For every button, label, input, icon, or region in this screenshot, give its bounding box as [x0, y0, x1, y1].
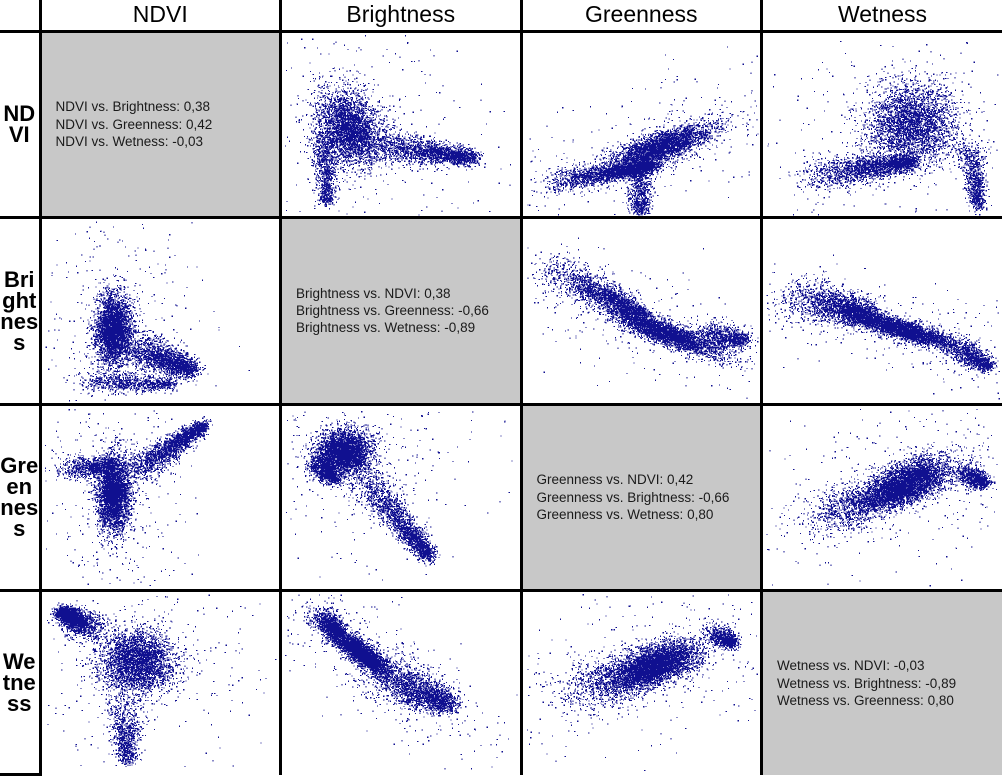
column-header-ndvi: NDVI: [38, 0, 282, 33]
matrix-row-ndvi: NDVI NDVI vs. Brightness: 0,38 NDVI vs. …: [0, 29, 1002, 220]
row-header-ndvi: NDVI: [0, 29, 42, 220]
panel-greenness-ndvi: [38, 402, 282, 593]
correlation-line: Greenness vs. Wetness: 0,80: [536, 506, 714, 522]
panel-wetness-wetness: Wetness vs. NDVI: -0,03 Wetness vs. Brig…: [760, 589, 1002, 775]
scatter-plot: [42, 407, 278, 588]
panel-brightness-greenness: [519, 216, 763, 406]
row-header-greenness: Greenness: [0, 402, 42, 593]
panel-ndvi-greenness: [519, 29, 763, 220]
panel-greenness-greenness: Greenness vs. NDVI: 0,42 Greenness vs. B…: [519, 402, 763, 593]
matrix-row-greenness: Greenness Greenness vs. NDVI: 0,42 Green…: [0, 402, 1002, 593]
column-header-wetness: Wetness: [760, 0, 1002, 33]
scatter-plot: [523, 220, 759, 402]
scatter-plot: [764, 407, 1002, 588]
scatter-plot: [764, 220, 1002, 402]
correlation-line: Wetness vs. Brightness: -0,89: [777, 675, 957, 691]
column-header-greenness: Greenness: [519, 0, 763, 33]
panel-greenness-brightness: [279, 402, 523, 593]
correlation-line: Greenness vs. NDVI: 0,42: [536, 472, 694, 488]
correlation-line: Brightness vs. Greenness: -0,66: [296, 303, 489, 319]
correlation-text-ndvi: NDVI vs. Brightness: 0,38 NDVI vs. Green…: [43, 98, 278, 150]
header-row: NDVI Brightness Greenness Wetness: [0, 0, 1002, 33]
correlation-line: NDVI vs. Greenness: 0,42: [55, 116, 213, 132]
row-header-wetness: Wetness: [0, 589, 42, 776]
scatter-plot: [283, 593, 519, 775]
panel-ndvi-wetness: [760, 29, 1002, 220]
column-header-brightness: Brightness: [279, 0, 523, 33]
panel-ndvi-ndvi: NDVI vs. Brightness: 0,38 NDVI vs. Green…: [38, 29, 282, 220]
correlation-text-brightness: Brightness vs. NDVI: 0,38 Brightness vs.…: [283, 285, 518, 337]
correlation-line: Greenness vs. Brightness: -0,66: [536, 489, 730, 505]
panel-brightness-ndvi: [38, 216, 282, 406]
scatter-plot: [42, 220, 278, 402]
correlation-line: Brightness vs. Wetness: -0,89: [296, 320, 476, 336]
correlation-text-wetness: Wetness vs. NDVI: -0,03 Wetness vs. Brig…: [764, 657, 1002, 709]
correlation-line: Brightness vs. NDVI: 0,38: [296, 285, 451, 301]
scatter-plot: [42, 593, 278, 775]
matrix-corner-cell: [0, 0, 42, 33]
correlation-text-greenness: Greenness vs. NDVI: 0,42 Greenness vs. B…: [524, 471, 759, 523]
correlation-line: NDVI vs. Wetness: -0,03: [55, 133, 204, 149]
scatter-plot: [283, 33, 519, 215]
correlation-line: Wetness vs. Greenness: 0,80: [777, 692, 954, 708]
scatter-plot: [283, 407, 519, 588]
correlation-line: NDVI vs. Brightness: 0,38: [55, 99, 211, 115]
scatter-plot: [764, 33, 1002, 215]
correlation-line: Wetness vs. NDVI: -0,03: [777, 658, 925, 674]
matrix-row-wetness: Wetness Wetness vs. NDVI: -0,03 Wetness …: [0, 589, 1002, 776]
scatter-plot: [523, 33, 759, 215]
panel-wetness-greenness: [519, 589, 763, 775]
panel-wetness-brightness: [279, 589, 523, 775]
scatter-plot-matrix: NDVI Brightness Greenness Wetness NDVI N…: [0, 0, 1002, 776]
matrix-row-brightness: Brightness Brightness vs. NDVI: 0,38 Bri…: [0, 216, 1002, 406]
row-header-brightness: Brightness: [0, 216, 42, 406]
panel-ndvi-brightness: [279, 29, 523, 220]
panel-greenness-wetness: [760, 402, 1002, 593]
scatter-plot: [523, 593, 759, 775]
panel-wetness-ndvi: [38, 589, 282, 775]
panel-brightness-wetness: [760, 216, 1002, 406]
panel-brightness-brightness: Brightness vs. NDVI: 0,38 Brightness vs.…: [279, 216, 523, 406]
